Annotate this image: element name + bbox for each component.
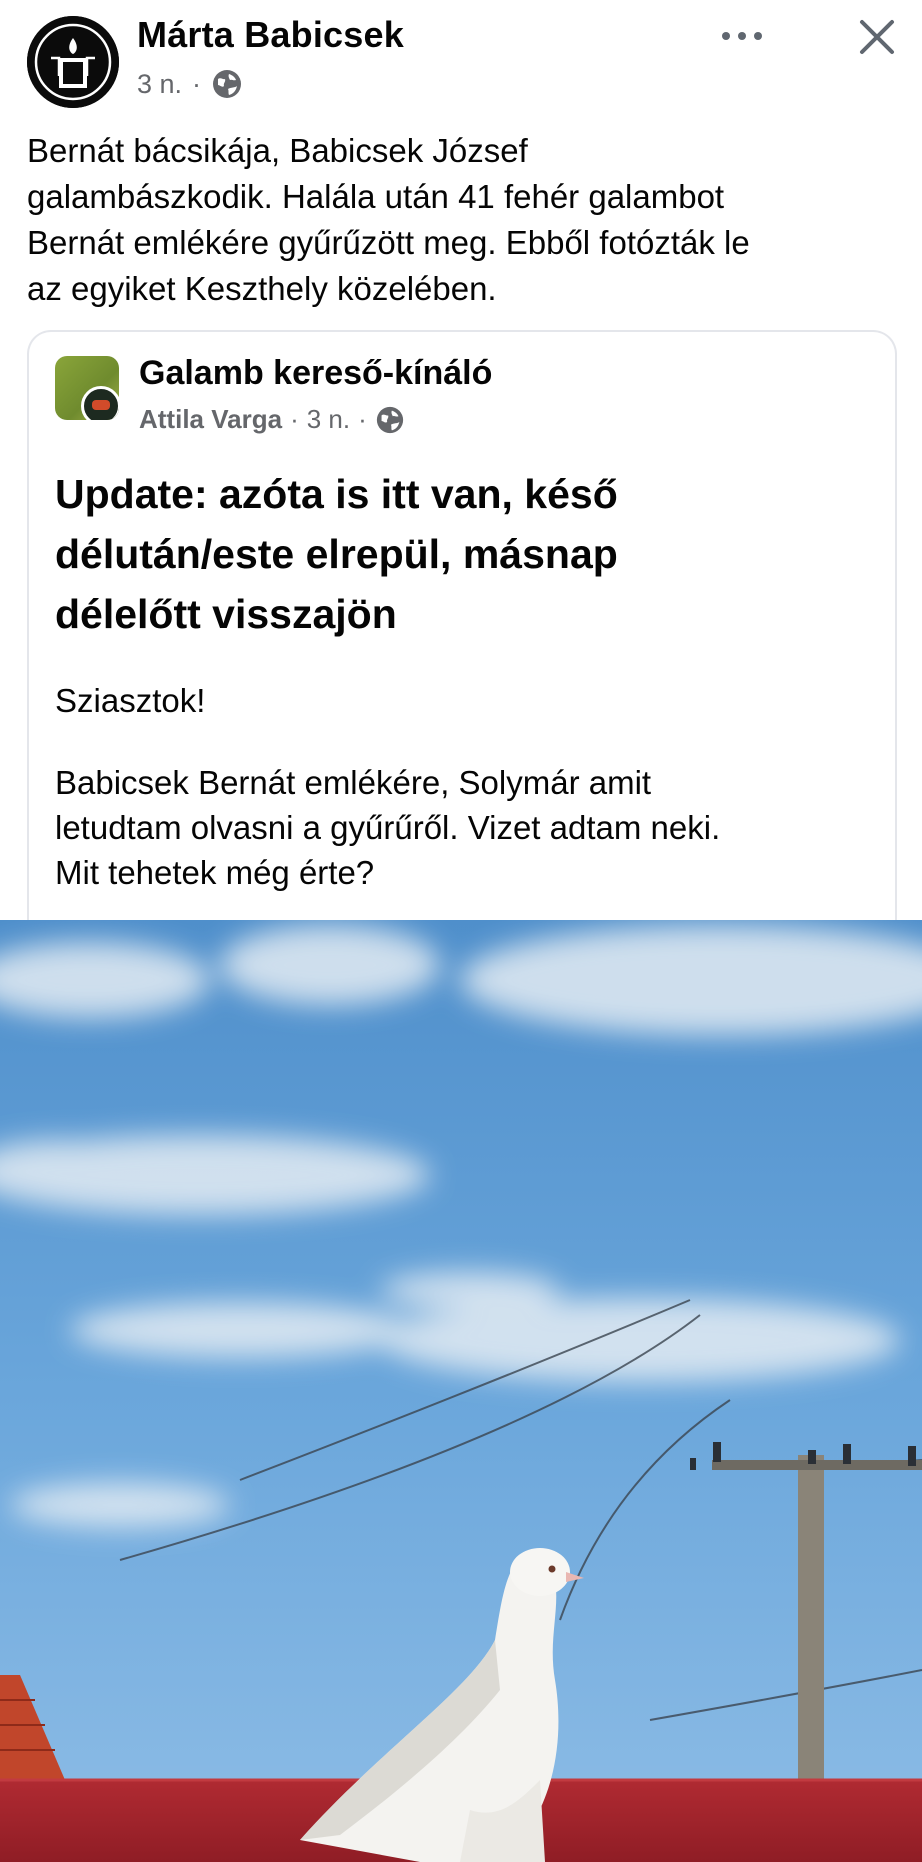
shared-post-card[interactable]: Galamb kereső-kínáló Attila Varga · 3 n.… [27, 330, 897, 952]
title-line: délelőtt visszajön [55, 591, 397, 637]
member-avatar [81, 386, 119, 420]
more-options-icon [722, 32, 730, 40]
shared-post-title: Update: azóta is itt van, késő délután/e… [55, 464, 875, 644]
candle-icon [27, 16, 119, 108]
shared-post-time[interactable]: 3 n. [307, 404, 350, 435]
post-time[interactable]: 3 n. [137, 69, 182, 100]
shared-post-author[interactable]: Attila Varga [139, 404, 282, 435]
post-text-line: az egyiket Keszthely közelében. [27, 270, 497, 307]
post-text-line: Bernát bácsikája, Babicsek József [27, 132, 528, 169]
post-text-line: Bernát emlékére gyűrűzött meg. Ebből fot… [27, 224, 750, 261]
globe-icon [213, 70, 242, 98]
post-author-name[interactable]: Márta Babicsek [137, 14, 404, 56]
shared-post-meta: Attila Varga · 3 n. · [139, 404, 405, 435]
close-icon[interactable] [852, 12, 902, 62]
post-text: Bernát bácsikája, Babicsek József galamb… [27, 128, 907, 312]
globe-icon [376, 406, 403, 433]
meta-separator: · [192, 68, 202, 99]
title-line: délután/este elrepül, másnap [55, 531, 618, 577]
shared-post-greeting: Sziasztok! [55, 682, 206, 719]
more-options-button[interactable] [712, 14, 772, 58]
post-meta: 3 n. · [137, 68, 243, 100]
meta-separator: · [290, 404, 299, 434]
meta-separator: · [358, 404, 367, 434]
group-name[interactable]: Galamb kereső-kínáló [139, 354, 492, 393]
shared-post-body: Babicsek Bernát emlékére, Solymár amit l… [55, 760, 895, 895]
body-line: letudtam olvasni a gyűrűről. Vizet adtam… [55, 809, 721, 846]
title-line: Update: azóta is itt van, késő [55, 471, 618, 517]
post-text-line: galambászkodik. Halála után 41 fehér gal… [27, 178, 725, 215]
body-line: Mit tehetek még érte? [55, 854, 375, 891]
author-avatar[interactable] [27, 16, 119, 108]
post-header: Márta Babicsek 3 n. · [0, 0, 922, 130]
group-avatar[interactable] [55, 356, 119, 420]
body-line: Babicsek Bernát emlékére, Solymár amit [55, 764, 652, 801]
post-photo[interactable] [0, 920, 922, 1862]
white-pigeon-photo [0, 920, 922, 1862]
